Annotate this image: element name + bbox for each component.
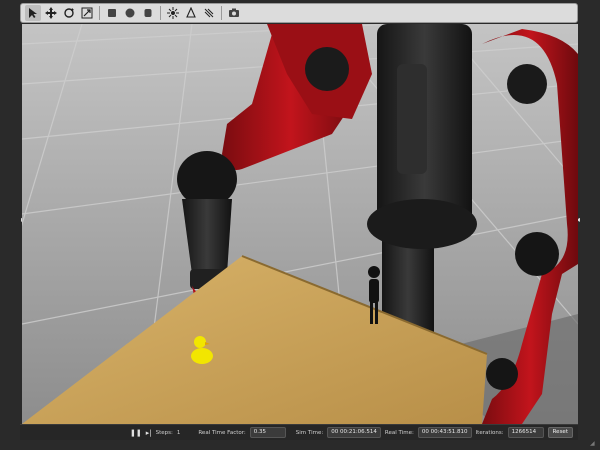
iterations-value: 1266514: [507, 427, 544, 438]
robot-left-elbow-joint: [177, 151, 237, 207]
toolbar-separator: [160, 6, 161, 20]
step-button[interactable]: ▸|: [146, 429, 152, 437]
scale-mode-icon: [81, 7, 93, 19]
steps-label: Steps:: [155, 429, 173, 436]
sim-time-value: 00 00:21:06.514: [327, 427, 381, 438]
robot-torso-panel: [397, 64, 427, 174]
point-light-button[interactable]: [165, 5, 181, 21]
rtf-label: Real Time Factor:: [198, 429, 246, 436]
toolbar: [20, 3, 578, 23]
spot-light-icon: [186, 7, 196, 18]
rotate-mode-button[interactable]: [61, 5, 77, 21]
3d-viewport[interactable]: [22, 24, 578, 424]
pause-button[interactable]: ❚❚: [130, 429, 142, 437]
reset-button[interactable]: Reset: [547, 427, 573, 438]
status-bar: ❚❚ ▸| Steps: 1 Real Time Factor: 0.35 Si…: [20, 424, 578, 440]
point-light-icon: [167, 7, 179, 19]
box-shape-icon: [108, 9, 116, 17]
robot-right-elbow-joint: [515, 232, 559, 276]
iterations-label: Iterations:: [475, 429, 504, 436]
rotate-mode-icon: [64, 8, 74, 18]
spot-light-button[interactable]: [183, 5, 199, 21]
scene-render: [22, 24, 578, 424]
robot-left-shoulder-joint: [305, 47, 349, 91]
scale-mode-button[interactable]: [79, 5, 95, 21]
directional-light-icon: [204, 8, 214, 18]
box-shape-button[interactable]: [104, 5, 120, 21]
toolbar-separator: [99, 6, 100, 20]
resize-grip-icon[interactable]: ◢: [590, 440, 598, 448]
translate-mode-button[interactable]: [43, 5, 59, 21]
real-time-label: Real Time:: [384, 429, 414, 436]
real-time-value: 00 00:43:51.810: [417, 427, 472, 438]
rtf-value: 0.35: [249, 427, 286, 438]
select-mode-button[interactable]: [25, 5, 41, 21]
select-mode-icon: [29, 8, 37, 18]
screenshot-icon: [229, 8, 239, 17]
robot-right-shoulder-joint: [507, 64, 547, 104]
steps-value[interactable]: 1: [177, 430, 181, 436]
directional-light-button[interactable]: [201, 5, 217, 21]
screenshot-button[interactable]: [226, 5, 242, 21]
sphere-shape-icon: [125, 8, 135, 18]
gazebo-window: ▸ ◂: [0, 0, 600, 450]
cylinder-shape-button[interactable]: [140, 5, 156, 21]
robot-right-wrist-joint: [486, 358, 518, 390]
sim-time-label: Sim Time:: [295, 429, 324, 436]
cylinder-shape-icon: [144, 9, 152, 17]
robot-hip: [367, 199, 477, 249]
toolbar-separator: [221, 6, 222, 20]
sphere-shape-button[interactable]: [122, 5, 138, 21]
translate-mode-icon: [45, 7, 57, 19]
